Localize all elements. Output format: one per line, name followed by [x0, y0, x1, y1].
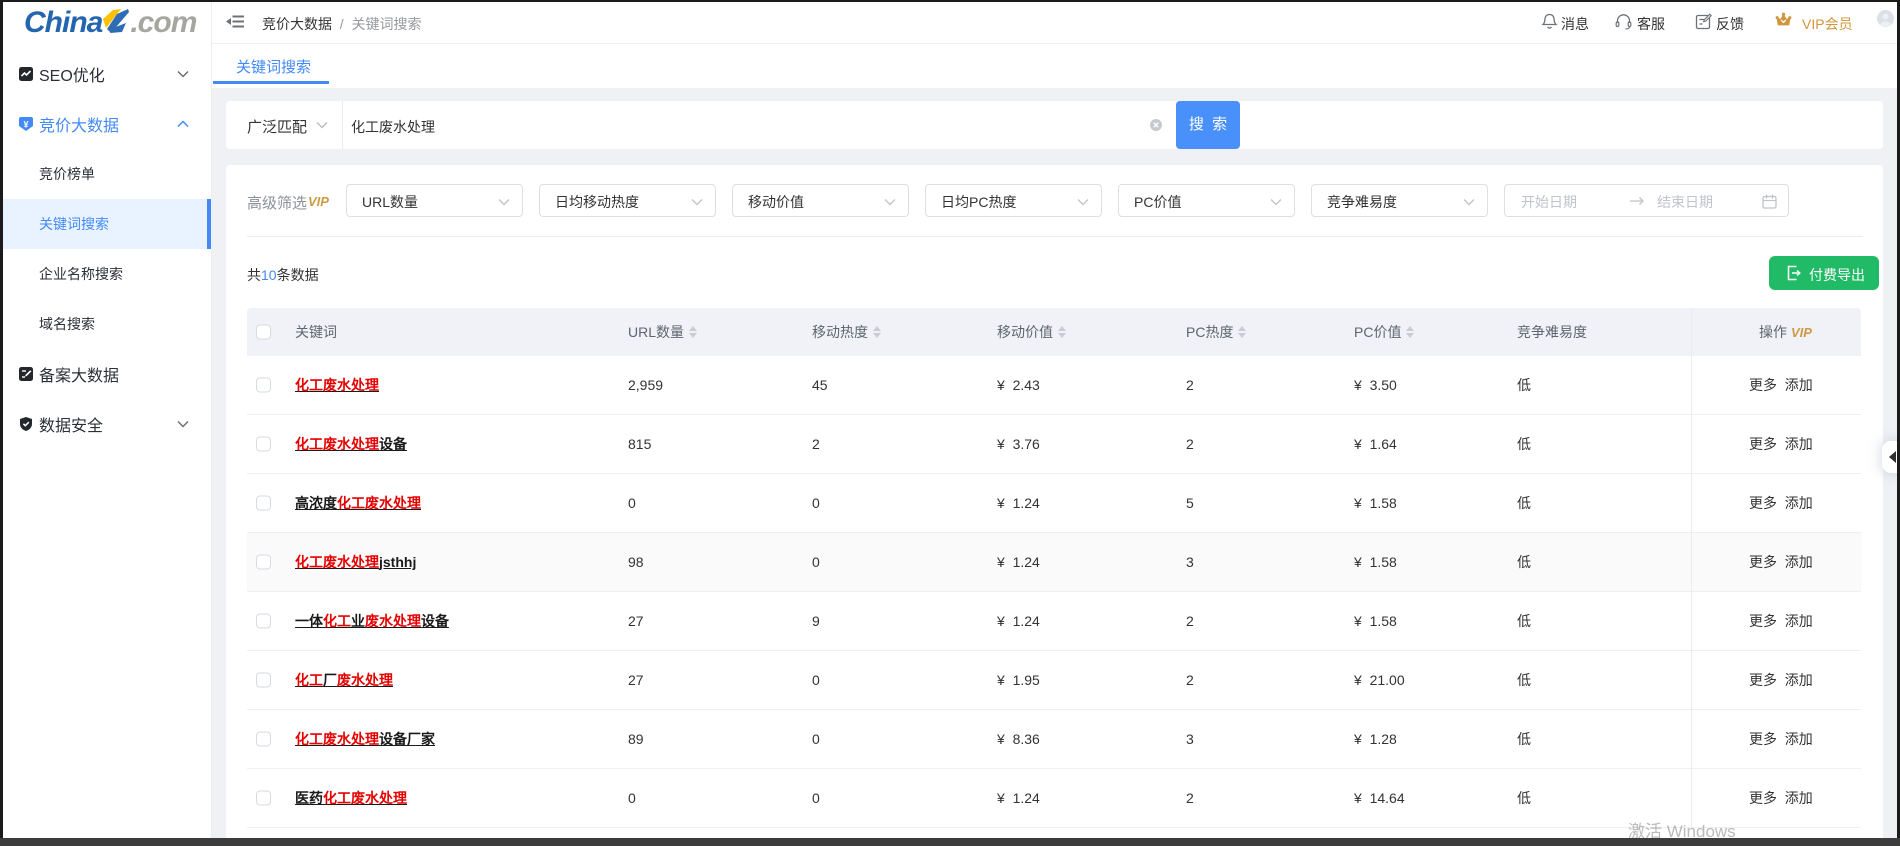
svg-text:¥: ¥: [23, 120, 28, 130]
